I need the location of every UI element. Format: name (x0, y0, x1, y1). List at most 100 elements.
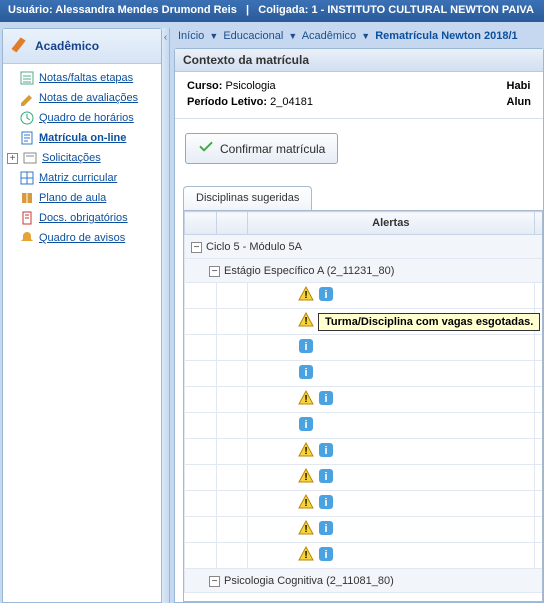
curso-label: Curso: (187, 80, 222, 92)
confirm-button[interactable]: Confirmar matrícula (185, 133, 338, 164)
clock-icon (19, 110, 35, 126)
sidebar-item-3[interactable]: Matrícula on-line (5, 128, 159, 148)
book-icon (19, 190, 35, 206)
table-row: iPSIC.9M4 (185, 335, 544, 361)
crumb-educacional[interactable]: Educacional (223, 30, 283, 42)
group-toggle[interactable]: − (209, 266, 220, 277)
svg-text:!: ! (304, 472, 307, 483)
sidebar-title: Acadêmico (35, 39, 99, 53)
sidebar-item-label[interactable]: Plano de aula (39, 192, 106, 204)
warning-icon[interactable]: ! (298, 520, 314, 539)
alerts-cell: !i (248, 465, 535, 491)
bell-icon (19, 230, 35, 246)
coligada-value: 1 - INSTITUTO CULTURAL NEWTON PAIVA (311, 4, 533, 16)
sidebar-item-label[interactable]: Matriz curricular (39, 172, 117, 184)
doc-icon (19, 210, 35, 226)
table-row: !Turma/Disciplina com vagas esgotadas.PS… (185, 309, 544, 335)
info-icon[interactable]: i (298, 338, 314, 357)
user-label: Usuário: (8, 4, 53, 16)
sidebar-item-7[interactable]: Docs. obrigatórios (5, 208, 159, 228)
sidebar-item-8[interactable]: Quadro de avisos (5, 228, 159, 248)
table-row: !iPSIC.9N5 (185, 465, 544, 491)
info-icon[interactable]: i (318, 494, 334, 513)
alerts-cell: !i (248, 439, 535, 465)
group-toggle[interactable]: − (191, 242, 202, 253)
alerts-cell: !i (248, 283, 535, 309)
warning-icon[interactable]: ! (298, 390, 314, 409)
sidebar-collapse-handle[interactable]: ‹ (162, 28, 170, 603)
sidebar-header: Acadêmico (3, 29, 161, 64)
svg-text:!: ! (304, 316, 307, 327)
table-row: !iPSIC.9N8 (185, 543, 544, 569)
sidebar-item-label[interactable]: Notas/faltas etapas (39, 72, 133, 84)
info-icon[interactable]: i (298, 416, 314, 435)
svg-text:!: ! (304, 446, 307, 457)
svg-text:i: i (325, 523, 328, 535)
warning-icon[interactable]: ! (298, 312, 314, 331)
top-bar: Usuário: Alessandra Mendes Drumond Reis … (0, 0, 544, 22)
coligada-label: Coligada: (258, 4, 308, 16)
aluno-label: Alun (507, 96, 531, 108)
info-icon[interactable]: i (318, 468, 334, 487)
svg-text:i: i (305, 367, 308, 379)
chevron-down-icon: ▼ (207, 31, 220, 41)
info-icon[interactable]: i (318, 442, 334, 461)
table-row: !iPSIC.9N2 (185, 387, 544, 413)
context-panel: Contexto da matrícula Curso: Psicologia … (174, 48, 544, 603)
crumb-active[interactable]: Rematrícula Newton 2018/1 (375, 30, 517, 42)
separator: | (246, 4, 249, 16)
crumb-inicio[interactable]: Início (178, 30, 204, 42)
grid-icon (19, 170, 35, 186)
periodo-label: Período Letivo: (187, 96, 267, 108)
crumb-academico[interactable]: Acadêmico (302, 30, 356, 42)
check-icon (198, 139, 214, 158)
sidebar-item-4[interactable]: + Solicitações (5, 148, 159, 168)
info-icon[interactable]: i (318, 286, 334, 305)
col-selecione[interactable]: Selecione (534, 212, 543, 235)
sidebar-item-label[interactable]: Notas de avaliações (39, 92, 138, 104)
sidebar-item-6[interactable]: Plano de aula (5, 188, 159, 208)
academic-icon (9, 34, 29, 57)
sidebar-item-label[interactable]: Matrícula on-line (39, 132, 126, 144)
user-name: Alessandra Mendes Drumond Reis (55, 4, 237, 16)
sidebar-item-label[interactable]: Docs. obrigatórios (39, 212, 128, 224)
panel-title: Contexto da matrícula (175, 49, 543, 72)
table-row: !iPSIC.9M2 (185, 283, 544, 309)
info-icon[interactable]: i (318, 520, 334, 539)
warning-icon[interactable]: ! (298, 468, 314, 487)
sidebar-item-5[interactable]: Matriz curricular (5, 168, 159, 188)
table-row: !iPSIC.9N6 (185, 491, 544, 517)
alerts-cell: !i (248, 517, 535, 543)
sidebar-item-1[interactable]: Notas de avaliações (5, 88, 159, 108)
alerts-cell: !i (248, 543, 535, 569)
pencil-icon (19, 90, 35, 106)
alerts-cell: i (248, 361, 535, 387)
sidebar-item-label[interactable]: Solicitações (42, 152, 101, 164)
warning-icon[interactable]: ! (298, 286, 314, 305)
grid: Alertas Selecione Turma −Ciclo 5 - Módul… (183, 210, 543, 602)
info-icon[interactable]: i (318, 390, 334, 409)
col-alertas[interactable]: Alertas (248, 212, 535, 235)
expand-icon[interactable]: + (7, 153, 18, 164)
sidebar-item-0[interactable]: Notas/faltas etapas (5, 68, 159, 88)
sidebar-item-label[interactable]: Quadro de horários (39, 112, 134, 124)
sidebar-item-label[interactable]: Quadro de avisos (39, 232, 125, 244)
form-icon (19, 130, 35, 146)
warning-icon[interactable]: ! (298, 546, 314, 565)
info-icon[interactable]: i (318, 546, 334, 565)
info-icon[interactable]: i (298, 364, 314, 383)
group-toggle[interactable]: − (209, 576, 220, 587)
svg-text:i: i (325, 445, 328, 457)
context-info: Curso: Psicologia Período Letivo: 2_0418… (175, 72, 543, 119)
sidebar: Acadêmico Notas/faltas etapas Notas de av… (2, 28, 162, 603)
chevron-down-icon: ▼ (359, 31, 372, 41)
checklist-icon (19, 70, 35, 86)
warning-icon[interactable]: ! (298, 494, 314, 513)
table-row: !iPSIC.9N7 (185, 517, 544, 543)
warning-icon[interactable]: ! (298, 442, 314, 461)
periodo-value: 2_04181 (270, 96, 313, 108)
sidebar-tree: Notas/faltas etapas Notas de avaliações Qu… (3, 64, 161, 252)
svg-text:!: ! (304, 290, 307, 301)
tab-suggested[interactable]: Disciplinas sugeridas (183, 186, 312, 210)
sidebar-item-2[interactable]: Quadro de horários (5, 108, 159, 128)
